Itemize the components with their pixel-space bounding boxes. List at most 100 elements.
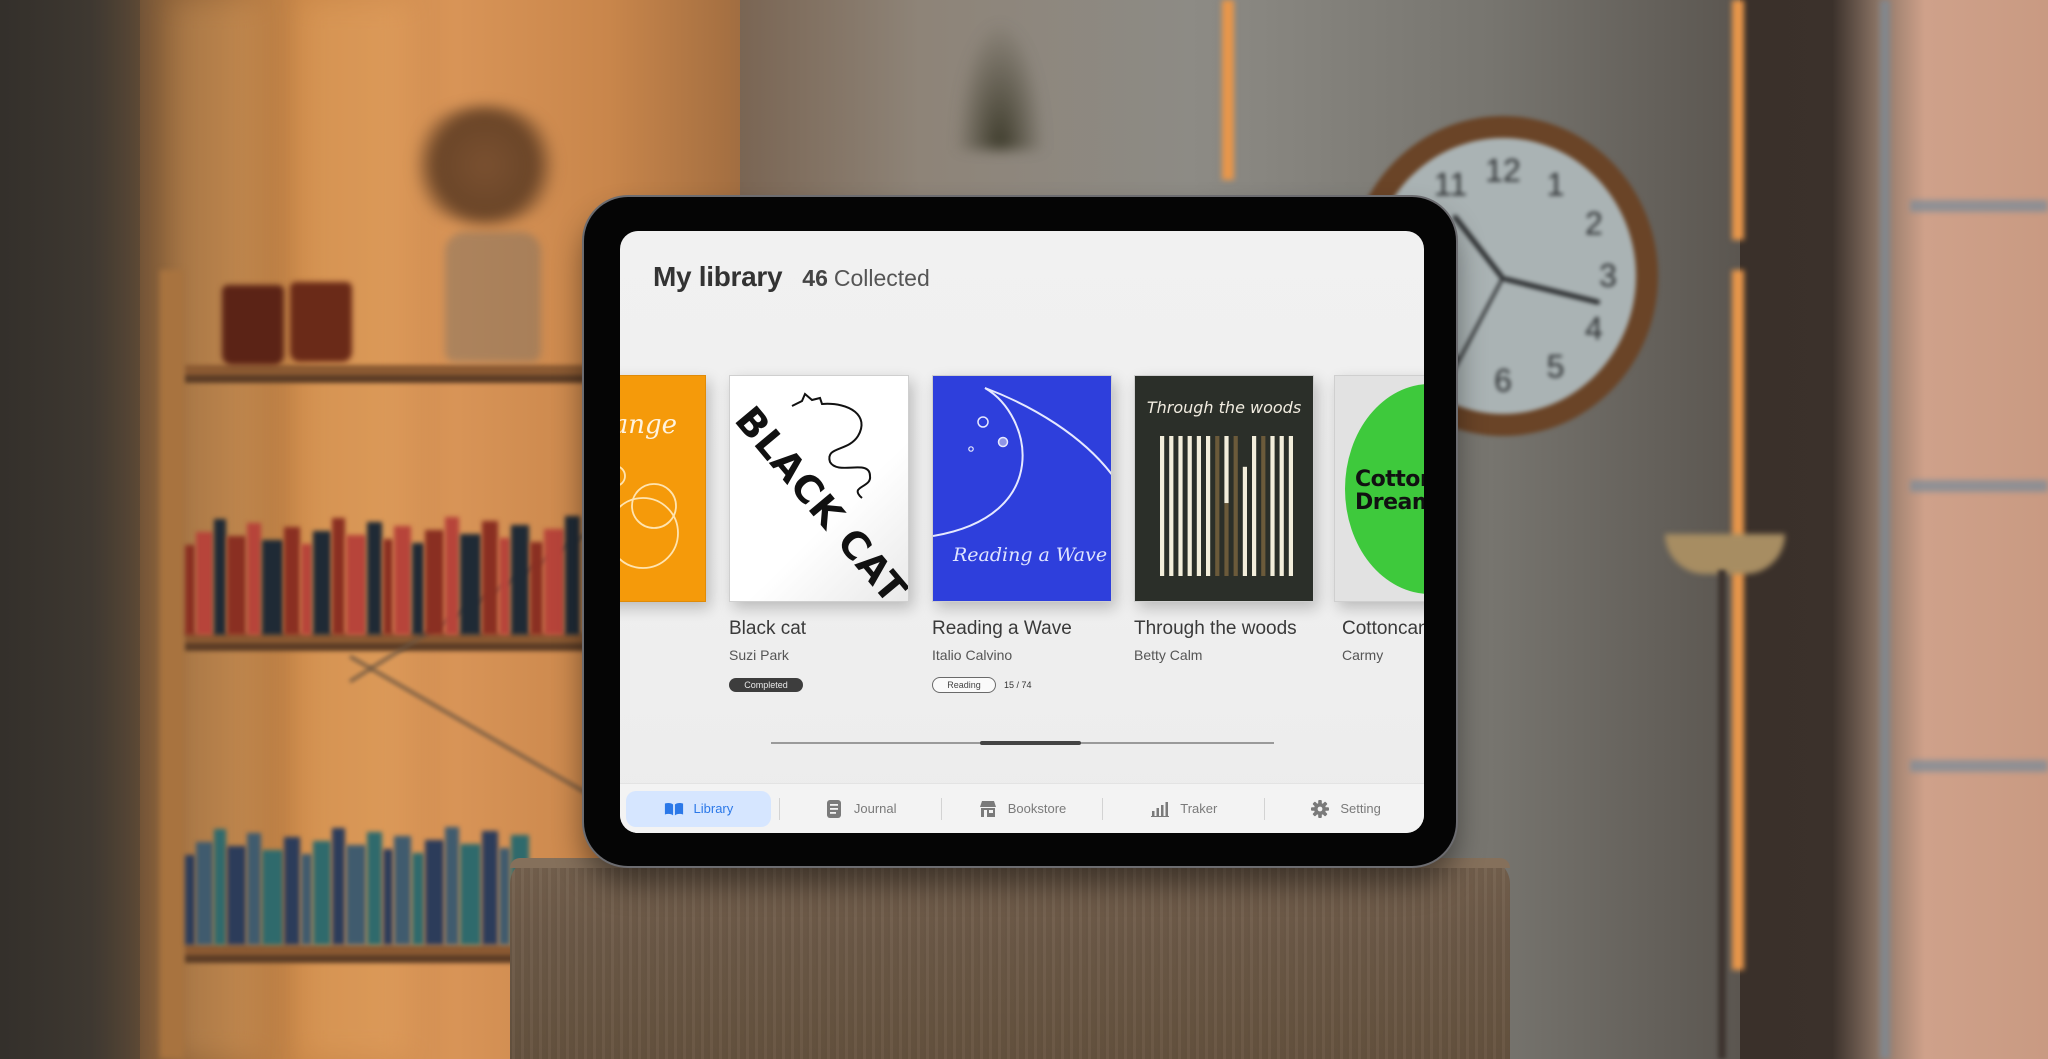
status-row: Reading 15 / 74 (932, 677, 1112, 693)
light-beam (1732, 270, 1744, 970)
nav-divider (940, 797, 942, 820)
book-author: Betty Calm (1134, 647, 1203, 663)
shelf (185, 945, 515, 963)
window-frame (1910, 200, 2048, 212)
shelf-book (511, 525, 529, 635)
window-frame (1880, 0, 1890, 1059)
book-card[interactable]: BLACK CAT Black cat Suzi Park Completed (729, 375, 909, 693)
tree-bar (1224, 503, 1229, 576)
plant (955, 20, 1045, 150)
shelf (185, 633, 585, 651)
book-card[interactable]: Through the woods Through the woods Bett… (1134, 375, 1314, 663)
bar-chart-icon (1150, 800, 1170, 818)
tree-bar (1270, 436, 1275, 576)
wall-right (1740, 0, 2048, 1059)
shelf-book (196, 532, 213, 635)
shelf-post (160, 270, 184, 1059)
clock-number: 12 (1485, 152, 1521, 189)
shelf-book (530, 542, 543, 635)
book-cover[interactable]: BLACK CAT (729, 375, 909, 602)
clock-number: 1 (1546, 166, 1565, 203)
shelf-book (482, 521, 498, 635)
nav-divider (1102, 797, 1104, 820)
bottom-nav: Library Journal Bookstore Traker Setting (620, 783, 1424, 833)
tree-bar (1252, 436, 1257, 576)
shelf-book (227, 846, 246, 945)
book-card[interactable]: CottoncDream Cottoncandy Carmy (1334, 375, 1424, 663)
shelf-book (332, 518, 345, 635)
tree-bar (1233, 436, 1238, 576)
window-frame (1910, 760, 2048, 772)
shelf-book (346, 845, 366, 945)
clock-hour-hand (1451, 213, 1505, 281)
shelf-book (544, 529, 564, 635)
lamp-pole (1718, 570, 1726, 1059)
book-title: Through the woods (1134, 618, 1297, 639)
clock-number: 4 (1585, 310, 1603, 346)
collected-label: Collected (833, 265, 930, 291)
book-card[interactable]: Orange (620, 375, 706, 602)
cover-title-line: Cottonc (1355, 467, 1424, 492)
shelf (185, 365, 585, 383)
book-cover[interactable]: Orange (620, 375, 706, 602)
book-cover[interactable]: CottoncDream (1334, 375, 1424, 602)
clock-number: 2 (1585, 205, 1603, 241)
cover-title: Reading a Wave (953, 544, 1108, 566)
nav-tab-traker[interactable]: Traker (1111, 791, 1256, 827)
library-header: My library 46 Collected (653, 261, 930, 293)
shelf-book (247, 833, 261, 945)
tree-bar (1279, 436, 1284, 576)
clock-number: 6 (1494, 362, 1512, 399)
carousel-scroll-thumb[interactable] (980, 741, 1081, 745)
vase (445, 232, 541, 362)
nav-label: Library (693, 801, 734, 816)
shelf-book (425, 530, 444, 635)
nav-tab-setting[interactable]: Setting (1273, 791, 1418, 827)
shelf-book (214, 829, 226, 945)
cup (222, 285, 284, 365)
book-cover[interactable]: Reading a Wave (932, 375, 1112, 602)
shelf-book (460, 534, 481, 635)
shelf-book (284, 837, 300, 945)
dried-flowers (405, 105, 565, 225)
shelf-book (394, 836, 411, 945)
book-carousel[interactable]: Orange BLACK CAT Black cat Su (620, 375, 1424, 715)
shelf-book (499, 848, 510, 945)
shelf-book (196, 842, 213, 945)
collected-count: 46 Collected (802, 265, 929, 292)
shelf-book (262, 850, 283, 945)
shelf-book (301, 854, 312, 945)
tree-bar (1160, 436, 1165, 576)
store-icon (978, 800, 998, 818)
nav-tab-library[interactable]: Library (626, 790, 771, 827)
book-open-icon (664, 800, 684, 818)
wall-shadow (0, 0, 140, 1059)
shelf-book (460, 844, 481, 945)
shelf-book (565, 516, 580, 635)
tree-bar (1206, 436, 1211, 576)
shelf-book (332, 828, 345, 945)
nav-tab-journal[interactable]: Journal (788, 791, 933, 827)
tree-bar (1196, 436, 1201, 576)
wave-line-art (933, 387, 1111, 537)
status-row: Completed (729, 677, 909, 693)
status-badge: Completed (729, 678, 803, 692)
tree-bar (1224, 436, 1229, 504)
shelf-book (214, 519, 226, 635)
book-author: Carmy (1342, 647, 1384, 663)
shelf-book (185, 545, 195, 635)
app-screen: My library 46Collected Orange (620, 231, 1424, 833)
nav-tab-bookstore[interactable]: Bookstore (950, 791, 1095, 827)
shelf-book (247, 523, 261, 635)
book-cover[interactable]: Through the woods (1134, 375, 1314, 602)
shelf-book (445, 517, 459, 635)
book-row (185, 825, 529, 945)
shelf-book (313, 531, 331, 635)
nav-divider (778, 797, 780, 820)
cover-title: CottoncDream (1355, 468, 1424, 514)
reading-progress: 15 / 74 (1004, 680, 1032, 690)
tree-bar (1178, 436, 1183, 576)
book-card[interactable]: Reading a Wave Reading a Wave Italio Cal… (932, 375, 1112, 693)
shelf-book (383, 539, 393, 635)
clock-number: 3 (1599, 257, 1617, 294)
